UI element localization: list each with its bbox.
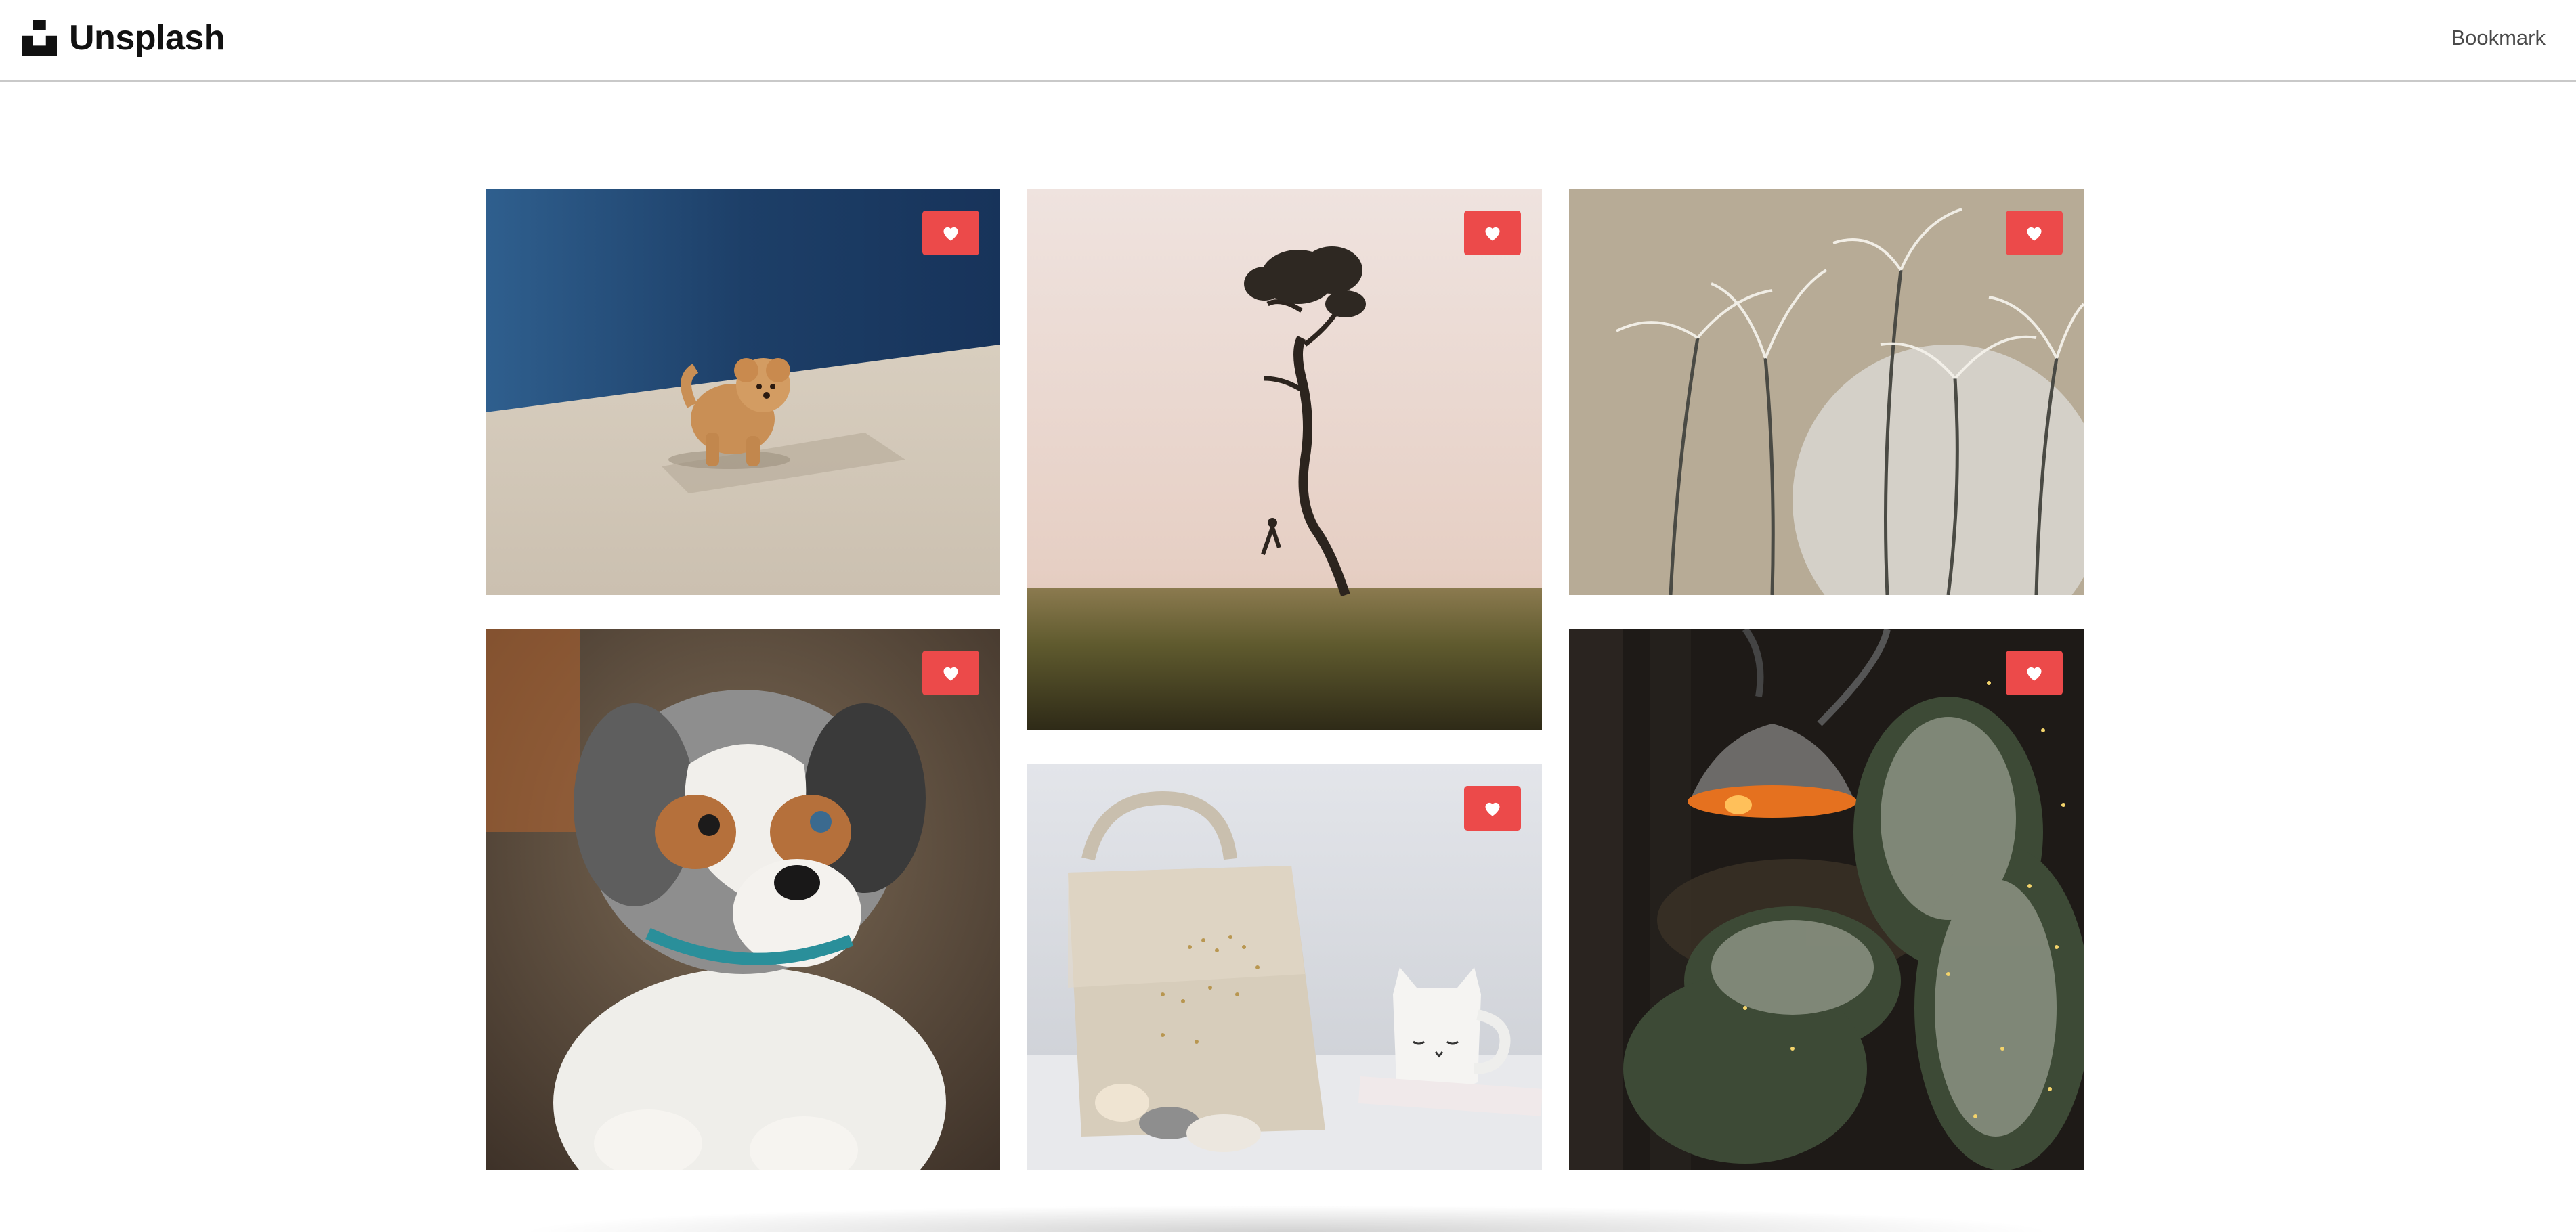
photo-lamp-pine: [1569, 629, 2084, 1170]
photo-card[interactable]: [1569, 189, 2084, 595]
like-button[interactable]: [1464, 211, 1521, 255]
photo-card[interactable]: [1027, 189, 1542, 730]
photo-card[interactable]: [1569, 629, 2084, 1170]
photo-aussie-puppy: [486, 629, 1000, 1170]
like-button[interactable]: [922, 651, 979, 695]
heart-icon: [2027, 227, 2042, 241]
photo-lone-tree-fog: [1027, 189, 1542, 730]
heart-icon: [2027, 667, 2042, 681]
photo-gallery: [486, 189, 2084, 1170]
like-button[interactable]: [1464, 786, 1521, 831]
bookmark-link[interactable]: Bookmark: [2451, 24, 2546, 51]
heart-icon: [1485, 227, 1500, 241]
like-button[interactable]: [2006, 651, 2063, 695]
unsplash-logo-icon: [22, 20, 57, 56]
heart-icon: [943, 227, 958, 241]
top-navbar: Unsplash Bookmark: [0, 0, 2576, 82]
heart-icon: [1485, 802, 1500, 816]
heart-icon: [943, 667, 958, 681]
photo-card[interactable]: [486, 629, 1000, 1170]
brand-home-link[interactable]: Unsplash: [22, 16, 226, 60]
photo-card[interactable]: [486, 189, 1000, 595]
like-button[interactable]: [922, 211, 979, 255]
photo-card[interactable]: [1027, 764, 1542, 1170]
like-button[interactable]: [2006, 211, 2063, 255]
brand-name: Unsplash: [69, 18, 226, 58]
bottom-scroll-shadow: [515, 1205, 2059, 1232]
